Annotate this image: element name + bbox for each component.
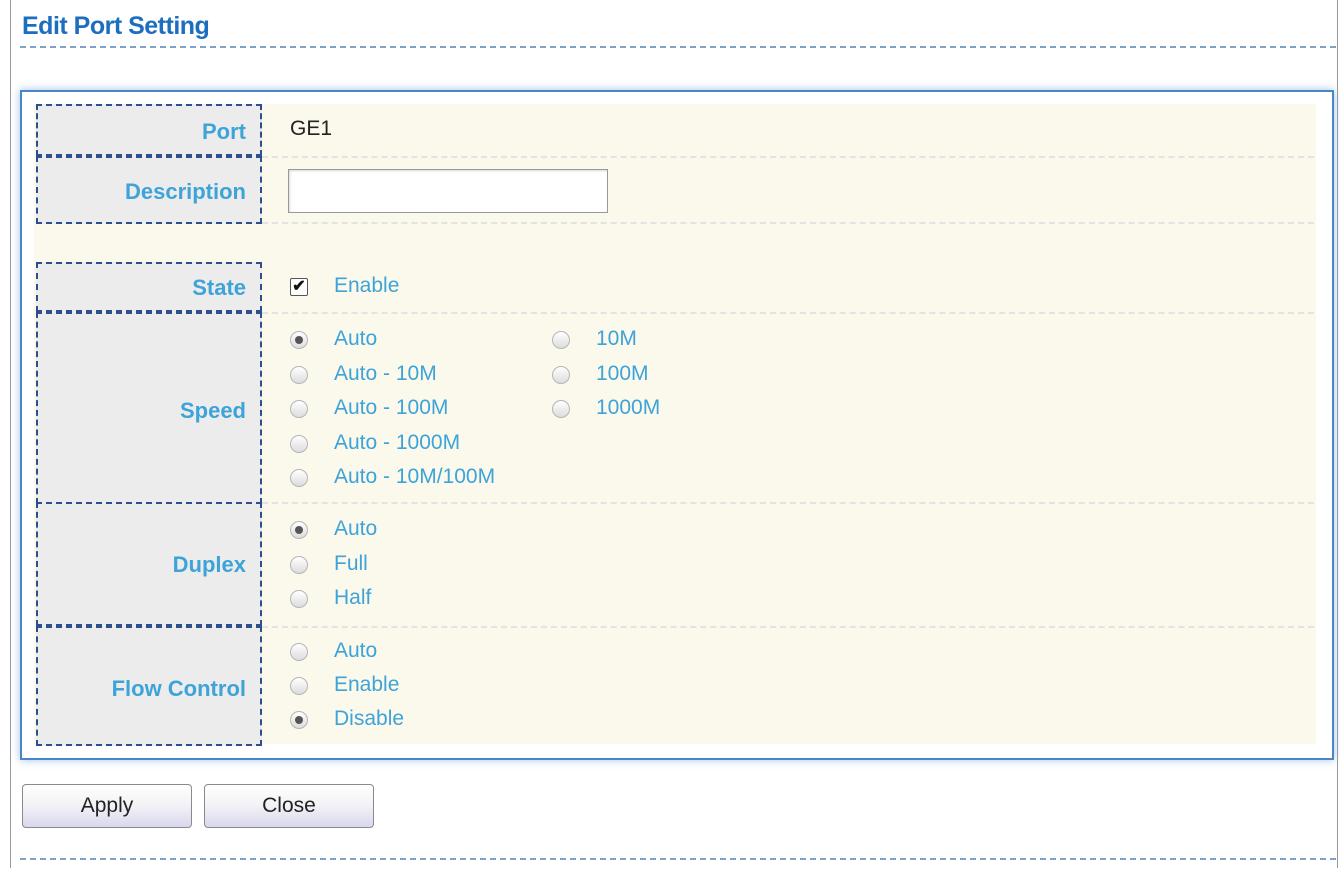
flow-control-label: Flow Control (111, 676, 246, 701)
close-button[interactable]: Close (204, 784, 374, 828)
row-divider (262, 222, 1314, 224)
speed-option-label: 1000M (596, 396, 661, 419)
flow-control-option-label: Enable (334, 673, 400, 696)
speed-option-label: Auto (334, 327, 378, 350)
state-enable-checkbox[interactable]: ✔ (290, 278, 308, 296)
duplex-half-radio[interactable] (290, 590, 308, 608)
title-divider (20, 46, 1336, 48)
speed-1000m-radio[interactable] (552, 400, 570, 418)
flow-control-disable-radio[interactable] (290, 711, 308, 729)
speed-label-cell: Speed (36, 312, 262, 504)
speed-option-label: Auto - 10M/100M (334, 465, 496, 488)
apply-button[interactable]: Apply (22, 784, 192, 828)
description-label: Description (124, 179, 246, 204)
flow-control-enable-radio[interactable] (290, 677, 308, 695)
description-input[interactable] (288, 169, 608, 213)
duplex-label-cell: Duplex (36, 502, 262, 626)
speed-auto-10m-100m-radio[interactable] (290, 469, 308, 487)
duplex-option-label: Full (334, 552, 368, 575)
row-divider (262, 502, 1314, 504)
row-divider (262, 156, 1314, 158)
speed-option-label: 100M (596, 362, 649, 385)
flow-control-option-label: Disable (334, 707, 405, 730)
speed-auto-100m-radio[interactable] (290, 400, 308, 418)
speed-label: Speed (179, 398, 246, 423)
duplex-option-label: Auto (334, 517, 378, 540)
speed-10m-radio[interactable] (552, 331, 570, 349)
row-divider (262, 626, 1314, 628)
page-title: Edit Port Setting (22, 12, 210, 40)
speed-auto-10m-radio[interactable] (290, 366, 308, 384)
flow-control-option-label: Auto (334, 639, 378, 662)
state-enable-label: Enable (334, 274, 400, 297)
flow-control-label-cell: Flow Control (36, 626, 262, 746)
port-value: GE1 (290, 117, 333, 140)
speed-auto-1000m-radio[interactable] (290, 435, 308, 453)
row-divider (262, 312, 1314, 314)
duplex-option-label: Half (334, 586, 372, 609)
state-label-cell: State (36, 262, 262, 312)
speed-option-label: Auto - 1000M (334, 431, 461, 454)
bottom-divider (20, 858, 1336, 860)
state-label: State (192, 275, 246, 300)
speed-100m-radio[interactable] (552, 366, 570, 384)
speed-auto-radio[interactable] (290, 331, 308, 349)
description-label-cell: Description (36, 156, 262, 224)
speed-option-label: Auto - 100M (334, 396, 449, 419)
duplex-auto-radio[interactable] (290, 521, 308, 539)
speed-option-label: 10M (596, 327, 637, 350)
flow-control-auto-radio[interactable] (290, 643, 308, 661)
speed-option-label: Auto - 10M (334, 362, 437, 385)
port-label: Port (202, 119, 246, 144)
duplex-label: Duplex (172, 552, 246, 577)
duplex-full-radio[interactable] (290, 556, 308, 574)
port-label-cell: Port (36, 104, 262, 156)
